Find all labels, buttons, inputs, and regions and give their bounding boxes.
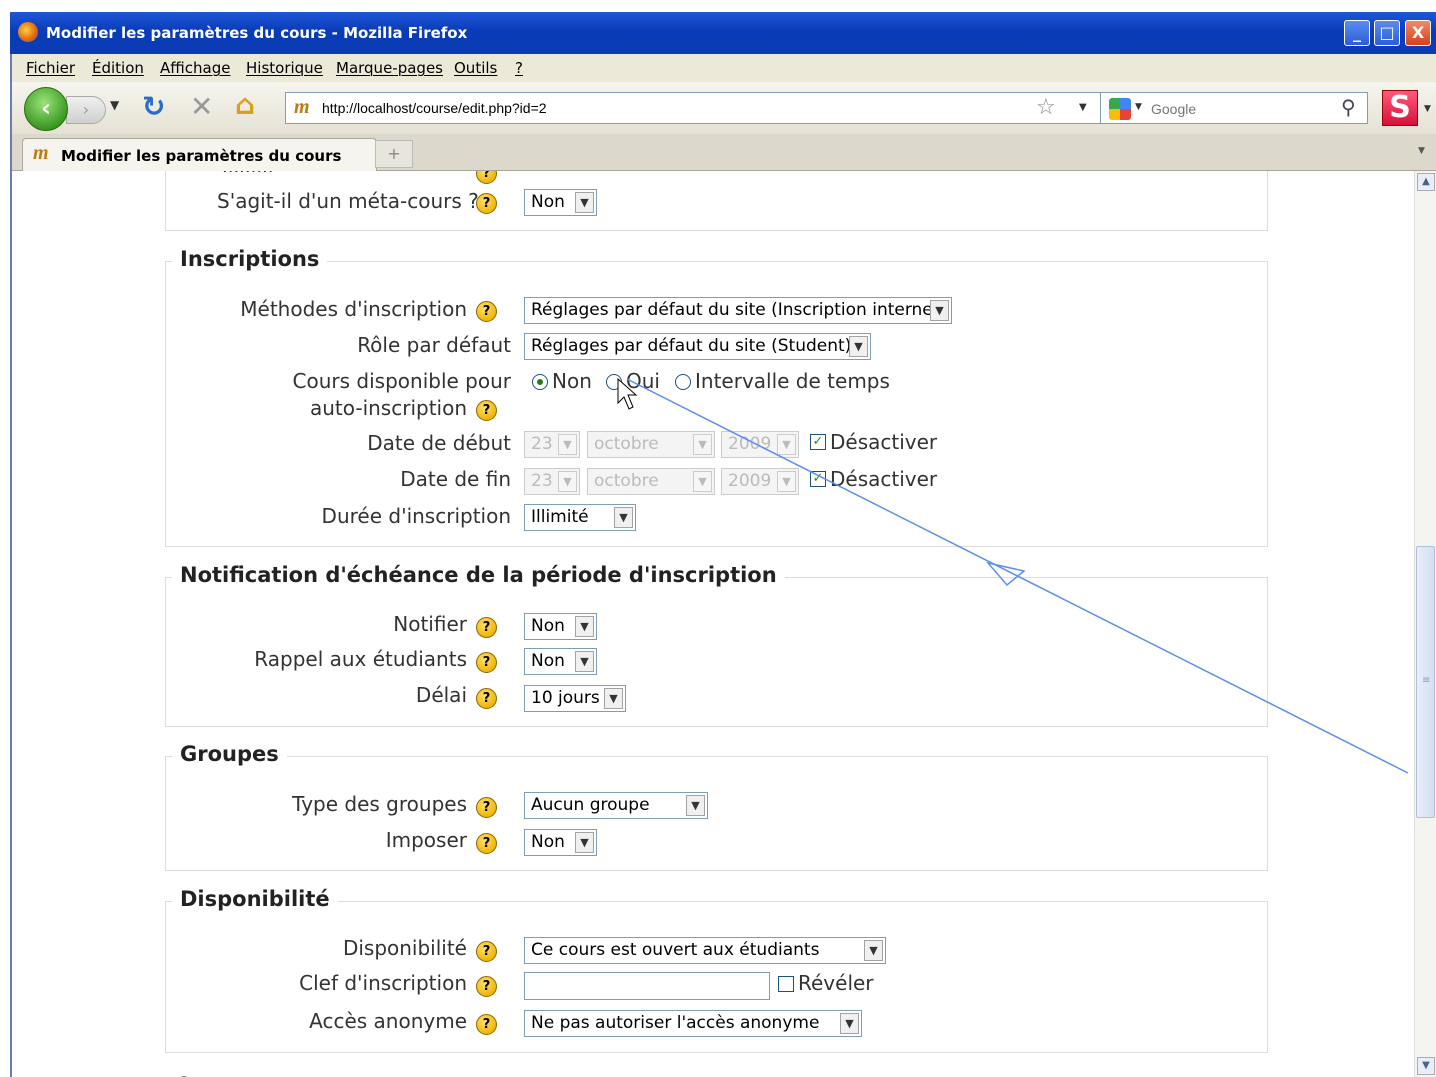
close-window-button[interactable]: X xyxy=(1405,20,1431,46)
reload-icon[interactable]: ↻ xyxy=(142,90,165,123)
minimize-button[interactable]: _ xyxy=(1344,20,1370,46)
search-bar[interactable]: ▼ ⚲ xyxy=(1100,92,1368,124)
home-icon[interactable]: ⌂ xyxy=(235,88,255,121)
moodle-site-icon: m xyxy=(294,96,310,118)
back-button[interactable]: ‹ xyxy=(24,87,68,131)
annotation-arrow xyxy=(617,377,1409,774)
moodle-tab-icon: m xyxy=(33,142,49,164)
toolbar-overflow-icon[interactable]: ▼ xyxy=(1424,104,1431,114)
tab-list-icon[interactable]: ▼ xyxy=(1418,146,1425,156)
search-input[interactable] xyxy=(1149,98,1333,120)
bookmark-star-icon[interactable]: ☆ xyxy=(1036,95,1056,120)
menu-edition[interactable]: Édition xyxy=(92,59,144,77)
vertical-scrollbar[interactable]: ▲ ≡ ▼ xyxy=(1414,171,1436,1077)
firefox-logo-icon xyxy=(18,22,38,42)
scroll-up-icon[interactable]: ▲ xyxy=(1417,173,1435,191)
window-title: Modifier les paramètres du cours - Mozil… xyxy=(46,24,468,42)
tab-bar: m Modifier les paramètres du cours + ▼ xyxy=(10,134,1436,171)
scroll-thumb[interactable]: ≡ xyxy=(1416,546,1435,818)
menu-affichage[interactable]: Affichage xyxy=(160,59,230,77)
new-tab-button[interactable]: + xyxy=(375,140,413,168)
forward-button[interactable]: › xyxy=(66,96,106,124)
history-dropdown-icon[interactable]: ▼ xyxy=(110,98,119,112)
maximize-button[interactable]: □ xyxy=(1374,20,1400,46)
url-text[interactable]: http://localhost/course/edit.php?id=2 xyxy=(322,100,547,116)
navigation-toolbar: › ‹ ▼ ↻ ✕ ⌂ m http://localhost/course/ed… xyxy=(10,82,1436,134)
stop-icon[interactable]: ✕ xyxy=(190,90,213,123)
menu-marque-pages[interactable]: Marque-pages xyxy=(336,59,443,77)
window-titlebar[interactable]: Modifier les paramètres du cours - Mozil… xyxy=(10,12,1436,54)
menu-aide[interactable]: ? xyxy=(515,59,523,77)
url-dropdown-icon[interactable]: ▼ xyxy=(1079,102,1087,113)
menu-fichier[interactable]: Fichier xyxy=(26,59,75,77)
tab-title: Modifier les paramètres du cours xyxy=(61,147,342,165)
search-magnifier-icon[interactable]: ⚲ xyxy=(1341,95,1356,119)
addon-s-icon[interactable]: S xyxy=(1382,90,1418,126)
scroll-down-icon[interactable]: ▼ xyxy=(1417,1057,1435,1075)
tab-course-settings[interactable]: m Modifier les paramètres du cours xyxy=(22,138,377,171)
url-bar[interactable]: m http://localhost/course/edit.php?id=2 … xyxy=(285,92,1101,124)
google-engine-icon[interactable] xyxy=(1109,98,1131,120)
menu-outils[interactable]: Outils xyxy=(454,59,497,77)
menu-bar: Fichier Édition Affichage Historique Mar… xyxy=(10,54,1436,83)
page-content: ········· ? S'agit-il d'un méta-cours ? … xyxy=(12,171,1414,1077)
menu-historique[interactable]: Historique xyxy=(246,59,323,77)
engine-dropdown-icon[interactable]: ▼ xyxy=(1135,102,1142,112)
